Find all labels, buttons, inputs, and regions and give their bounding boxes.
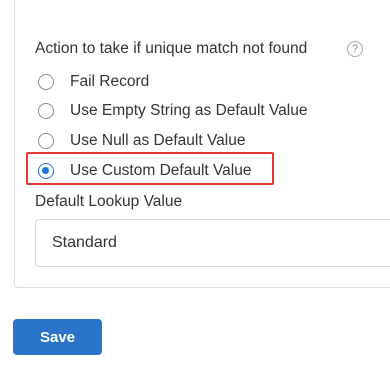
default-lookup-label: Default Lookup Value [35,193,183,210]
radio-button-icon[interactable] [38,74,54,90]
radio-option-label: Fail Record [70,73,150,90]
radio-option-null[interactable]: Use Null as Default Value [38,130,245,152]
help-icon[interactable]: ? [347,41,363,57]
radio-option-label: Use Null as Default Value [70,132,246,149]
radio-button-icon[interactable] [38,133,54,149]
radio-button-icon[interactable] [38,103,54,119]
radio-option-fail-record[interactable]: Fail Record [38,71,149,93]
radio-option-label: Use Empty String as Default Value [70,102,308,119]
default-lookup-input[interactable]: Standard [35,219,390,267]
radio-option-empty-string[interactable]: Use Empty String as Default Value [38,100,308,122]
selection-highlight-box [26,152,274,185]
save-button[interactable]: Save [13,319,102,355]
action-field-label: Action to take if unique match not found [35,40,308,57]
